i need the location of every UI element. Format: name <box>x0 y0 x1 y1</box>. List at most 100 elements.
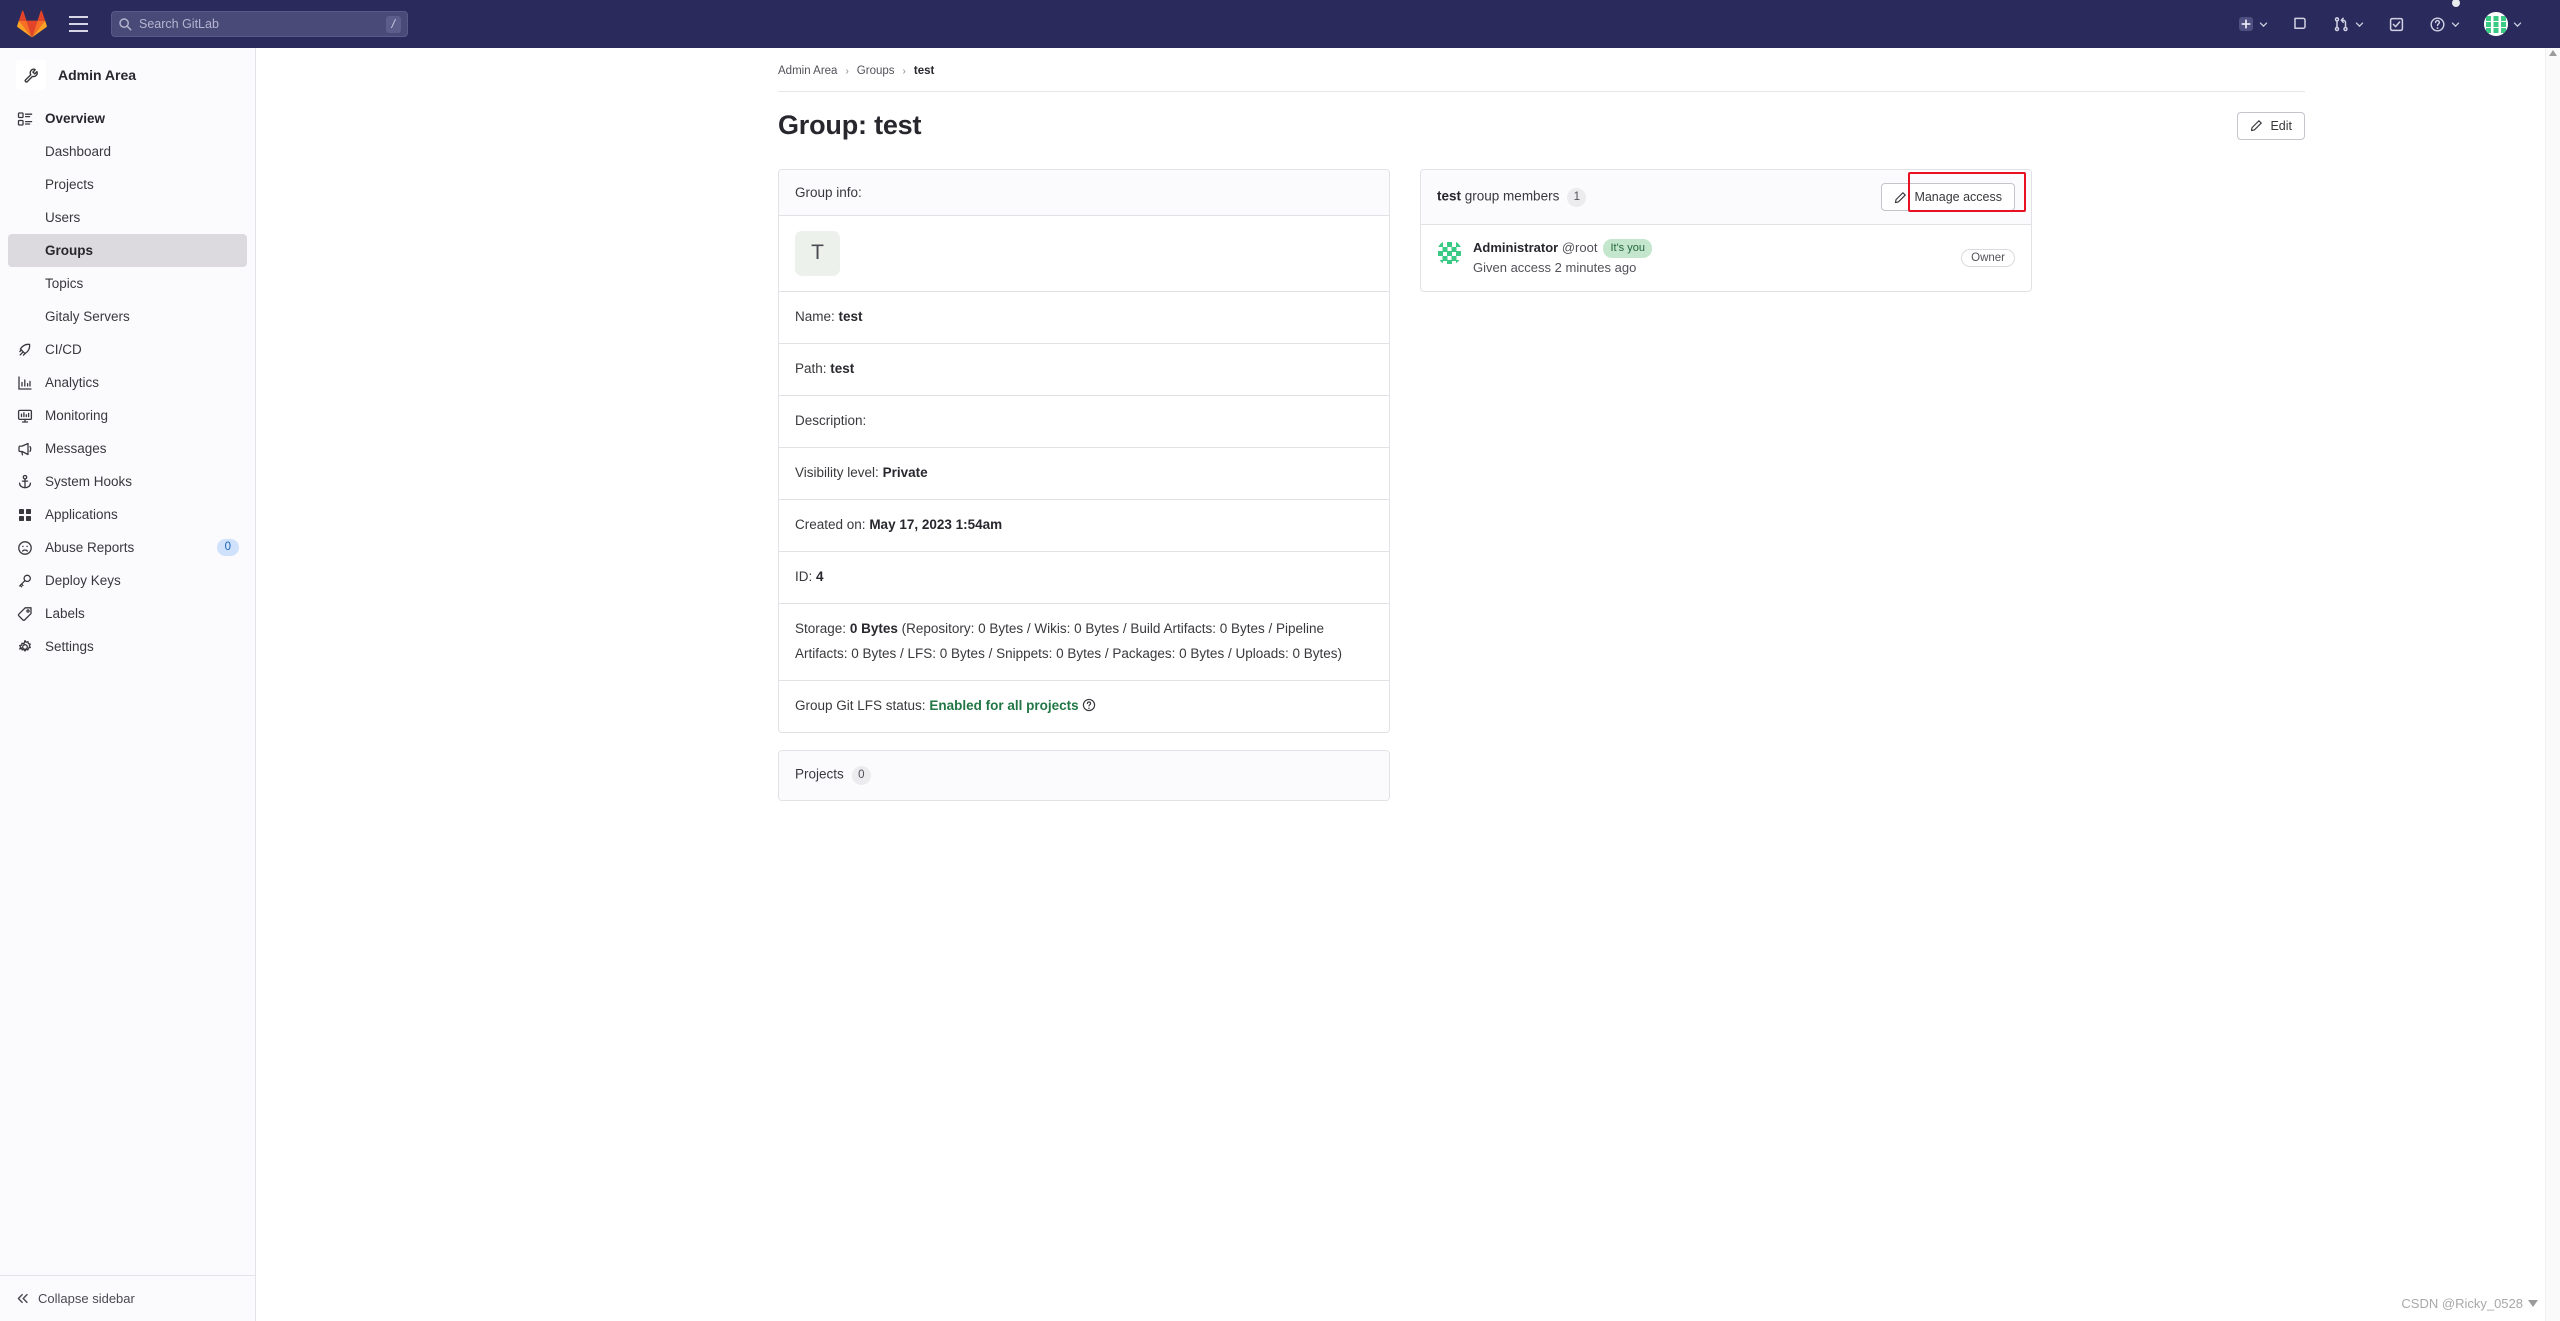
sidebar-item-label: Projects <box>45 177 94 192</box>
row-label: ID: <box>795 568 813 584</box>
help-button[interactable] <box>2417 0 2472 48</box>
question-circle-icon[interactable] <box>1082 696 1096 711</box>
sidebar-item-label: Gitaly Servers <box>45 309 130 324</box>
wrench-icon <box>16 60 46 90</box>
help-question-icon <box>2430 16 2445 32</box>
lfs-value: Enabled for all projects <box>929 697 1079 713</box>
chevron-down-icon <box>2513 21 2522 27</box>
chevron-double-left-icon <box>17 1293 28 1304</box>
breadcrumb-wrapper: Admin Area › Groups › test <box>256 48 2560 77</box>
sidebar-item-groups[interactable]: Groups <box>8 234 247 267</box>
members-title-group-name: test <box>1437 188 1462 203</box>
sidebar-item-settings[interactable]: Settings <box>8 630 247 663</box>
hamburger-menu-icon[interactable] <box>61 7 95 41</box>
sidebar-item-label: Users <box>45 210 81 225</box>
sidebar-header-label: Admin Area <box>58 67 137 83</box>
sidebar-item-label: Topics <box>45 276 84 291</box>
group-avatar-row: T <box>779 215 1389 291</box>
analytics-bar-icon <box>16 374 33 391</box>
merge-requests-icon <box>2334 16 2348 31</box>
edit-button[interactable]: Edit <box>2237 111 2305 140</box>
sidebar-item-label: Overview <box>45 111 106 126</box>
group-info-row-storage: Storage: 0 Bytes (Repository: 0 Bytes / … <box>779 602 1389 680</box>
group-members-card: test group members 1 Manage access Admin… <box>1420 169 2032 293</box>
page-title: Group: test <box>778 110 922 140</box>
projects-card-header: Projects 0 <box>779 750 1389 800</box>
row-label: Created on: <box>795 516 866 532</box>
collapse-sidebar-button[interactable]: Collapse sidebar <box>0 1275 255 1321</box>
key-icon <box>16 572 33 589</box>
search-shortcut-key: / <box>385 15 401 33</box>
sidebar-item-label: Messages <box>45 441 107 456</box>
sidebar-item-dashboard[interactable]: Dashboard <box>8 135 247 168</box>
todos-checkbox-icon <box>2389 17 2404 31</box>
breadcrumb-separator: › <box>845 65 849 77</box>
sidebar-item-monitoring[interactable]: Monitoring <box>8 399 247 432</box>
sidebar-menu: Overview Dashboard Projects Users Groups… <box>0 102 255 663</box>
content-columns: Group info: T Name: test Path: test Desc <box>778 169 2305 801</box>
watermark-text: CSDN @Ricky_0528 <box>2401 1296 2523 1311</box>
sidebar-item-overview[interactable]: Overview <box>8 102 247 135</box>
member-handle: @root <box>1561 240 1598 255</box>
row-value: test <box>838 309 863 324</box>
apps-grid-icon <box>16 506 33 523</box>
issues-button[interactable] <box>2280 0 2321 48</box>
group-info-row-path: Path: test <box>779 342 1389 395</box>
pencil-icon <box>1895 191 1907 203</box>
breadcrumb: Admin Area › Groups › test <box>778 65 2560 77</box>
sidebar-item-system-hooks[interactable]: System Hooks <box>8 465 247 498</box>
projects-card-wrapper: Projects 0 <box>795 765 871 785</box>
gitlab-logo-icon[interactable] <box>17 9 47 39</box>
sidebar-item-messages[interactable]: Messages <box>8 432 247 465</box>
left-column: Group info: T Name: test Path: test Desc <box>778 169 1390 801</box>
collapse-sidebar-label: Collapse sidebar <box>38 1291 135 1306</box>
manage-access-button[interactable]: Manage access <box>1881 183 2015 211</box>
sidebar-item-labels[interactable]: Labels <box>8 597 247 630</box>
row-value: May 17, 2023 1:54am <box>869 516 1003 532</box>
search-icon <box>119 18 132 31</box>
member-details: Administrator @root It's you Given access… <box>1473 238 1950 278</box>
chevron-down-icon <box>2355 21 2364 27</box>
new-item-button[interactable] <box>2226 0 2280 48</box>
frown-face-icon <box>16 539 33 556</box>
sidebar-item-users[interactable]: Users <box>8 201 247 234</box>
sidebar-item-projects[interactable]: Projects <box>8 168 247 201</box>
breadcrumb-item-groups[interactable]: Groups <box>857 65 895 77</box>
gear-icon <box>16 638 33 655</box>
search-input[interactable]: Search GitLab / <box>111 11 408 37</box>
members-title: test group members 1 <box>1437 187 1587 207</box>
page-scrollbar[interactable] <box>2545 48 2560 1321</box>
sidebar-item-analytics[interactable]: Analytics <box>8 366 247 399</box>
main-content: Admin Area › Groups › test Group: test E… <box>256 48 2560 1321</box>
help-notification-dot <box>2452 0 2460 7</box>
member-access-meta: Given access 2 minutes ago <box>1473 260 1637 276</box>
scroll-up-arrow-icon[interactable] <box>2549 50 2557 56</box>
watermark-triangle-icon <box>2528 1300 2538 1307</box>
identicon-avatar <box>1437 240 1462 265</box>
sidebar-item-gitaly-servers[interactable]: Gitaly Servers <box>8 300 247 333</box>
user-menu-button[interactable] <box>2472 0 2534 48</box>
group-info-title: Group info: <box>795 185 862 200</box>
manage-access-label: Manage access <box>1914 190 2002 204</box>
group-avatar: T <box>795 231 840 276</box>
admin-sidebar: Admin Area Overview Dashboard Projects U… <box>0 48 256 1321</box>
sidebar-item-abuse-reports[interactable]: Abuse Reports 0 <box>8 531 247 564</box>
members-title-rest: group members <box>1464 188 1560 203</box>
group-info-row-created: Created on: May 17, 2023 1:54am <box>779 498 1389 551</box>
rocket-icon <box>16 341 33 358</box>
sidebar-item-applications[interactable]: Applications <box>8 498 247 531</box>
lfs-label: Group Git LFS status: <box>795 697 926 713</box>
sidebar-item-ci-cd[interactable]: CI/CD <box>8 333 247 366</box>
group-info-row-name: Name: test <box>779 291 1389 343</box>
sidebar-item-label: Analytics <box>45 375 100 390</box>
sidebar-item-topics[interactable]: Topics <box>8 267 247 300</box>
monitor-icon <box>16 407 33 424</box>
breadcrumb-item-admin-area[interactable]: Admin Area <box>778 65 837 77</box>
sidebar-header-admin-area[interactable]: Admin Area <box>0 48 255 102</box>
todos-button[interactable] <box>2376 0 2417 48</box>
right-column: test group members 1 Manage access Admin… <box>1420 169 2032 293</box>
merge-requests-button[interactable] <box>2321 0 2376 48</box>
sidebar-item-deploy-keys[interactable]: Deploy Keys <box>8 564 247 597</box>
group-info-card: Group info: T Name: test Path: test Desc <box>778 169 1390 733</box>
chevron-down-icon <box>2259 21 2268 27</box>
